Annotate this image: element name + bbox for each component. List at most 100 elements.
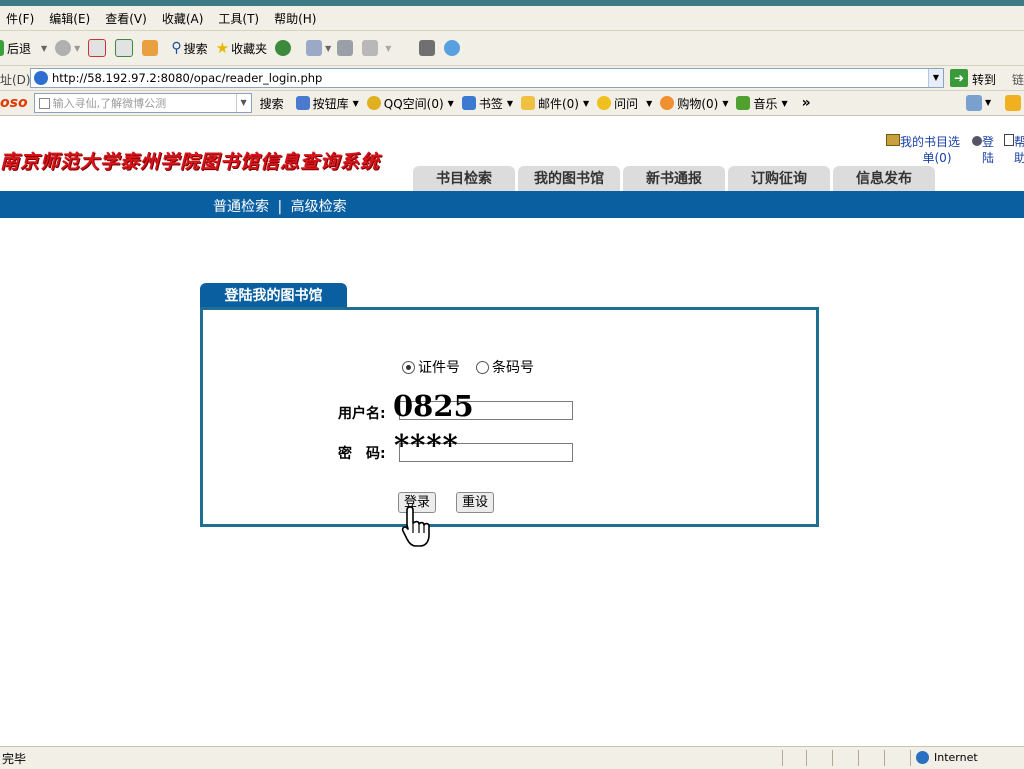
chevron-down-icon: ▼ <box>722 98 729 108</box>
soso-placeholder: 输入寻仙,了解微博公测 <box>52 97 167 110</box>
address-bar: 址(D) http://58.192.97.2:8080/opac/reader… <box>0 66 1024 91</box>
user-icon <box>972 136 982 146</box>
bookmarks[interactable]: 书签 ▼ <box>461 95 513 112</box>
soso-search-button[interactable]: 搜索 <box>260 95 284 112</box>
history-icon[interactable] <box>275 40 292 56</box>
address-url: http://58.192.97.2:8080/opac/reader_logi… <box>52 71 323 85</box>
tab-info-publish[interactable]: 信息发布 <box>833 166 935 191</box>
list-icon <box>38 97 50 109</box>
question-icon <box>597 96 612 110</box>
soso-search-input[interactable]: 输入寻仙,了解微博公测 ▼ <box>33 93 252 113</box>
search-button[interactable]: ⚲ 搜索 <box>171 40 207 57</box>
radio-id-number[interactable] <box>402 360 415 374</box>
qq-icon[interactable] <box>444 40 461 56</box>
go-button[interactable]: 转到 <box>972 71 996 88</box>
status-separator <box>858 750 859 766</box>
extension-icon[interactable] <box>1005 95 1021 111</box>
id-type-selector: 证件号 条码号 <box>402 357 534 377</box>
back-arrow-icon <box>0 40 4 56</box>
address-input[interactable]: http://58.192.97.2:8080/opac/reader_logi… <box>30 68 944 88</box>
edit-icon[interactable] <box>362 40 379 56</box>
password-label: 密 码: <box>338 446 386 462</box>
status-separator <box>782 750 783 766</box>
refresh-icon[interactable] <box>115 39 134 57</box>
menu-view[interactable]: 查看(V) <box>99 10 156 27</box>
menu-tools[interactable]: 工具(T) <box>212 10 268 27</box>
forward-button[interactable]: ▼ <box>55 40 80 56</box>
radio-id-label: 证件号 <box>418 360 460 376</box>
sub-nav-separator: | <box>277 199 283 215</box>
settings-icon[interactable] <box>966 95 982 111</box>
favorites-button[interactable]: ★ 收藏夹 <box>216 39 267 57</box>
advanced-search-link[interactable]: 高级检索 <box>291 199 347 215</box>
basic-search-link[interactable]: 普通检索 <box>213 199 269 215</box>
shopping-icon <box>660 96 675 110</box>
messenger-icon[interactable] <box>419 40 436 56</box>
mail-icon[interactable] <box>306 40 323 56</box>
reset-button[interactable]: 重设 <box>456 492 494 513</box>
button-library[interactable]: 按钮库 ▼ <box>295 95 359 112</box>
help-icon <box>1004 134 1014 146</box>
username-label: 用户名: <box>338 406 386 422</box>
login-link[interactable]: 登 陆 <box>972 134 994 166</box>
menu-favorites[interactable]: 收藏(A) <box>156 10 213 27</box>
more-button[interactable]: » <box>802 95 811 111</box>
shopping[interactable]: 购物(0) ▼ <box>660 95 728 112</box>
wenwen[interactable]: 问问 ▼ <box>597 95 652 112</box>
back-button[interactable]: 后退 ▼ <box>0 40 47 57</box>
chevron-down-icon[interactable]: ▼ <box>985 98 991 107</box>
chevron-down-icon: ▼ <box>646 98 653 108</box>
gear-icon <box>295 96 310 110</box>
status-separator <box>832 750 833 766</box>
status-bar: 完毕 Internet <box>0 746 1024 769</box>
chevron-down-icon: ▼ <box>385 43 392 53</box>
home-icon[interactable] <box>142 40 159 56</box>
chevron-down-icon: ▼ <box>447 98 454 108</box>
music[interactable]: 音乐 ▼ <box>736 95 788 112</box>
chevron-down-icon: ▼ <box>582 98 590 108</box>
tab-new-books[interactable]: 新书通报 <box>623 166 725 191</box>
globe-icon <box>916 751 929 764</box>
go-arrow-icon[interactable]: ➜ <box>950 69 968 87</box>
tab-my-library[interactable]: 我的图书馆 <box>518 166 620 191</box>
menu-bar: 件(F) 编辑(E) 查看(V) 收藏(A) 工具(T) 帮助(H) <box>0 6 1024 31</box>
chevron-down-icon: ▼ <box>781 98 788 108</box>
print-icon[interactable] <box>337 40 354 56</box>
chevron-down-icon: ▼ <box>325 43 332 53</box>
status-separator <box>884 750 885 766</box>
status-text: 完毕 <box>2 752 27 766</box>
tab-order-inquiry[interactable]: 订购征询 <box>728 166 830 191</box>
chevron-down-icon[interactable]: ▼ <box>235 94 251 112</box>
search-icon: ⚲ <box>171 40 182 56</box>
star-icon: ★ <box>215 39 230 57</box>
menu-edit[interactable]: 编辑(E) <box>43 10 99 27</box>
menu-help[interactable]: 帮助(H) <box>268 10 325 27</box>
tab-catalog-search[interactable]: 书目检索 <box>413 166 515 191</box>
chevron-down-icon: ▼ <box>506 98 513 108</box>
sub-nav-bar <box>0 191 1024 218</box>
status-separator <box>910 750 911 766</box>
menu-file[interactable]: 件(F) <box>0 10 43 27</box>
security-zone: Internet <box>934 751 978 764</box>
qq-space[interactable]: QQ空间(0) ▼ <box>366 95 454 112</box>
chevron-down-icon[interactable]: ▼ <box>928 69 943 87</box>
soso-toolbar: oso 输入寻仙,了解微博公测 ▼ 搜索 按钮库 ▼ QQ空间(0) ▼ 书签 … <box>0 91 1024 116</box>
radio-barcode[interactable] <box>476 360 489 374</box>
help-link[interactable]: 帮 助 <box>1004 134 1024 166</box>
radio-barcode-label: 条码号 <box>492 360 534 376</box>
login-panel-tab: 登陆我的图书馆 <box>200 283 347 309</box>
booklist-icon <box>886 134 900 146</box>
my-booklist-link[interactable]: 我的书目选 单(0) <box>886 134 960 166</box>
soso-logo[interactable]: oso <box>0 95 28 111</box>
bookmark-icon <box>461 96 476 110</box>
links-label[interactable]: 链 <box>1012 71 1024 88</box>
status-separator <box>806 750 807 766</box>
main-nav: 书目检索 我的图书馆 新书通报 订购征询 信息发布 <box>413 166 938 191</box>
stop-icon[interactable] <box>88 39 107 57</box>
hand-cursor-icon <box>401 506 430 547</box>
chevron-down-icon: ▼ <box>41 43 48 53</box>
page-icon <box>34 71 48 85</box>
chevron-down-icon: ▼ <box>352 98 359 108</box>
mail[interactable]: 邮件(0) ▼ <box>520 95 590 112</box>
chevron-down-icon: ▼ <box>74 43 81 53</box>
